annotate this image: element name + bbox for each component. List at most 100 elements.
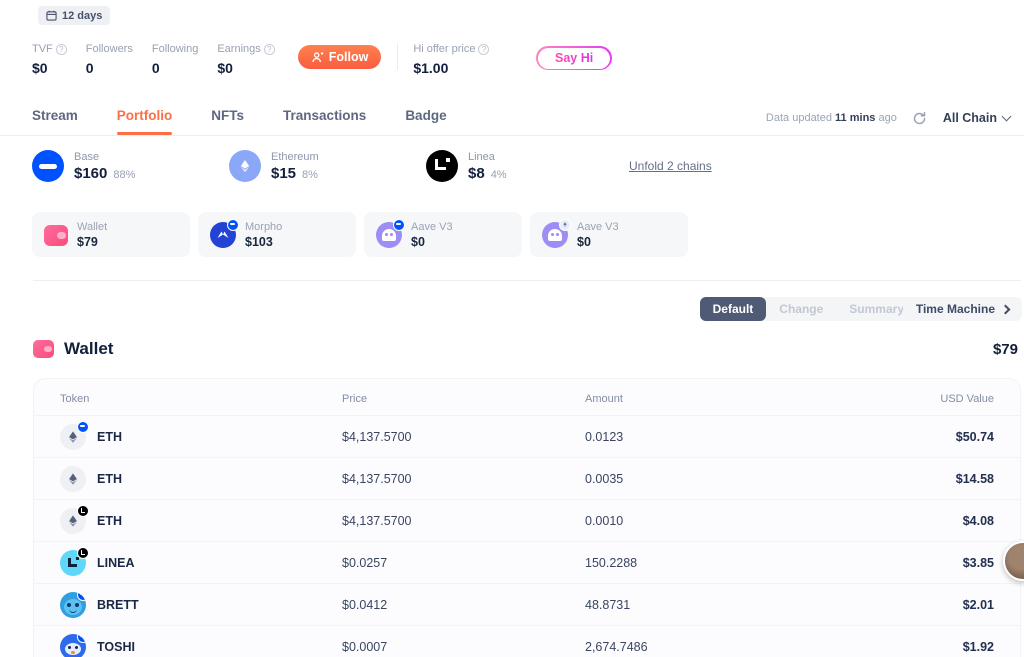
main-tabs: Stream Portfolio NFTs Transactions Badge	[32, 108, 447, 135]
stat-followers: Followers 0	[86, 42, 133, 76]
divider	[397, 43, 398, 70]
stat-tvf: TVF? $0	[32, 42, 67, 76]
table-row: ETH $4,137.5700 0.0123 $50.74	[34, 415, 1020, 457]
age-badge: 12 days	[38, 6, 110, 25]
time-machine-label: Time Machine	[916, 302, 995, 316]
protocol-value: $0	[411, 235, 453, 249]
chain-filter-dropdown[interactable]: All Chain	[943, 111, 1010, 125]
info-icon[interactable]: ?	[478, 44, 489, 55]
section-divider	[33, 280, 1021, 281]
table-row: TOSHI $0.0007 2,674.7486 $1.92	[34, 625, 1020, 657]
token-symbol: BRETT	[97, 598, 139, 612]
token-symbol: TOSHI	[97, 640, 135, 654]
aave-icon	[376, 222, 402, 248]
eth-token-icon	[60, 424, 86, 450]
stat-value: $0	[32, 60, 67, 76]
ethereum-chain-icon	[229, 150, 261, 182]
view-mode-segments: Default Change Summary	[700, 297, 917, 321]
stat-value: $0	[217, 60, 274, 76]
protocol-card-wallet[interactable]: Wallet $79	[32, 212, 190, 257]
stat-value: 0	[152, 60, 198, 76]
chain-item-linea[interactable]: Linea $84%	[426, 150, 623, 182]
linea-chain-badge	[77, 547, 89, 559]
protocol-value: $103	[245, 235, 282, 249]
column-header-usd-value: USD Value	[940, 393, 994, 405]
unfold-chains-link[interactable]: Unfold 2 chains	[629, 159, 712, 173]
chain-item-base[interactable]: Base $16088%	[32, 150, 229, 182]
token-usd-value: $50.74	[956, 430, 994, 444]
token-table-card: Token Price Amount USD Value ETH $4,137.…	[33, 378, 1021, 657]
segment-change[interactable]: Change	[766, 297, 836, 321]
chevron-right-icon	[1001, 304, 1011, 314]
wallet-section-header: Wallet $79	[33, 339, 1018, 359]
token-amount: 2,674.7486	[585, 640, 963, 654]
segment-default[interactable]: Default	[700, 297, 767, 321]
info-icon[interactable]: ?	[56, 44, 67, 55]
base-chain-badge	[77, 634, 86, 643]
token-price: $4,137.5700	[342, 430, 585, 444]
token-amount: 0.0010	[585, 514, 963, 528]
wallet-section-total: $79	[993, 341, 1018, 358]
protocol-card-aave-base[interactable]: Aave V3 $0	[364, 212, 522, 257]
stat-label: Earnings	[217, 43, 260, 55]
table-row: LINEA $0.0257 150.2288 $3.85	[34, 541, 1020, 583]
wallet-section-title: Wallet	[64, 339, 113, 359]
calendar-icon	[46, 10, 57, 21]
chain-percent: 4%	[491, 169, 507, 181]
stat-label: TVF	[32, 43, 53, 55]
chain-name: Base	[74, 151, 135, 163]
chain-item-ethereum[interactable]: Ethereum $158%	[229, 150, 426, 182]
refresh-icon[interactable]	[912, 110, 928, 126]
protocol-name: Wallet	[77, 221, 107, 233]
column-header-amount: Amount	[585, 393, 940, 405]
token-amount: 0.0035	[585, 472, 956, 486]
aave-icon	[542, 222, 568, 248]
info-icon[interactable]: ?	[264, 44, 275, 55]
eth-token-icon	[60, 466, 86, 492]
base-chain-badge	[393, 219, 405, 231]
chevron-down-icon	[1002, 112, 1012, 122]
token-amount: 48.8731	[585, 598, 963, 612]
column-header-price: Price	[342, 393, 585, 405]
base-chain-badge	[227, 219, 239, 231]
stat-value: $1.00	[413, 60, 489, 76]
protocol-card-morpho[interactable]: Morpho $103	[198, 212, 356, 257]
wallet-icon	[33, 340, 54, 358]
say-hi-button[interactable]: Say Hi	[536, 46, 611, 70]
chain-value: $15	[271, 165, 296, 182]
stat-value: 0	[86, 60, 133, 76]
protocol-cards-row: Wallet $79 Morpho $103 Aave V3 $0 Aave V…	[32, 212, 688, 257]
table-row: ETH $4,137.5700 0.0010 $4.08	[34, 499, 1020, 541]
tab-badge[interactable]: Badge	[405, 108, 446, 135]
tab-nfts[interactable]: NFTs	[211, 108, 244, 135]
column-header-token: Token	[60, 393, 342, 405]
tab-transactions[interactable]: Transactions	[283, 108, 366, 135]
token-usd-value: $2.01	[963, 598, 994, 612]
stat-following: Following 0	[152, 42, 198, 76]
protocol-card-aave-eth[interactable]: Aave V3 $0	[530, 212, 688, 257]
table-row: ETH $4,137.5700 0.0035 $14.58	[34, 457, 1020, 499]
token-symbol: ETH	[97, 514, 122, 528]
time-machine-button[interactable]: Time Machine	[903, 297, 1022, 321]
token-symbol: ETH	[97, 472, 122, 486]
token-usd-value: $3.85	[963, 556, 994, 570]
token-price: $4,137.5700	[342, 472, 585, 486]
tab-stream[interactable]: Stream	[32, 108, 78, 135]
profile-stats-row: TVF? $0 Followers 0 Following 0 Earnings…	[32, 42, 612, 76]
follow-button[interactable]: Follow	[298, 45, 382, 69]
chains-summary-row: Base $16088% Ethereum $158% Linea $84% U…	[32, 150, 712, 182]
eth-token-icon	[60, 508, 86, 534]
toshi-token-icon	[60, 634, 86, 657]
protocol-name: Aave V3	[577, 221, 619, 233]
follow-button-label: Follow	[329, 50, 369, 64]
wallet-icon	[44, 225, 68, 246]
token-usd-value: $14.58	[956, 472, 994, 486]
tab-portfolio[interactable]: Portfolio	[117, 108, 173, 135]
stat-label: Hi offer price	[413, 43, 475, 55]
chain-value: $8	[468, 165, 485, 182]
protocol-name: Morpho	[245, 221, 282, 233]
ethereum-chain-badge	[559, 219, 571, 231]
token-symbol: ETH	[97, 430, 122, 444]
protocol-value: $0	[577, 235, 619, 249]
chain-filter-label: All Chain	[943, 111, 997, 125]
